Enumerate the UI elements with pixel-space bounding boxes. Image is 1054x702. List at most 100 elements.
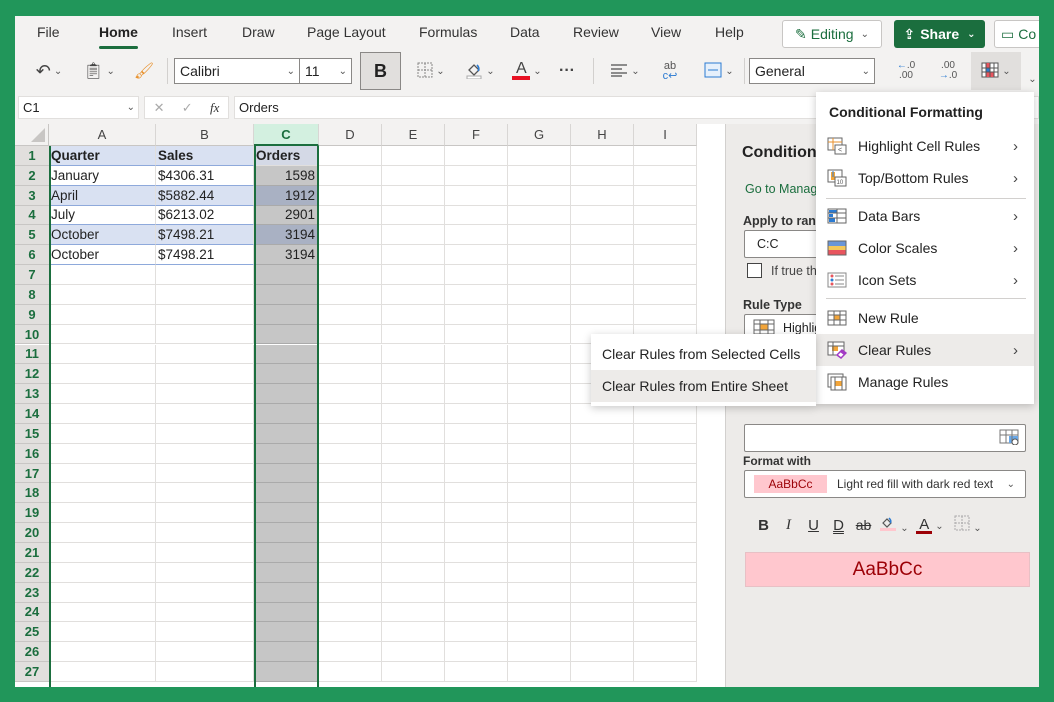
cell-i25[interactable] [634, 622, 697, 643]
cell-i23[interactable] [634, 582, 697, 603]
cell-e5[interactable] [382, 225, 445, 246]
cell-f8[interactable] [445, 284, 508, 305]
cell-b8[interactable] [156, 284, 254, 305]
decrease-decimal-button[interactable]: .00 →.0 [931, 52, 965, 90]
font-size-select[interactable]: 11 ⌄ [300, 58, 352, 84]
cell-d4[interactable] [319, 205, 382, 226]
cell-e11[interactable] [382, 344, 445, 365]
cell-f1[interactable] [445, 146, 508, 166]
cell-b10[interactable] [156, 324, 254, 345]
cell-g3[interactable] [508, 185, 571, 206]
format-painter-button[interactable]: 🖌︎ [129, 52, 159, 90]
cell-f15[interactable] [445, 423, 508, 444]
cell-i4[interactable] [634, 205, 697, 226]
row-header-7[interactable]: 7 [15, 265, 49, 285]
row-header-14[interactable]: 14 [15, 404, 49, 424]
cell-g25[interactable] [508, 622, 571, 643]
cell-f12[interactable] [445, 364, 508, 385]
cell-g18[interactable] [508, 483, 571, 504]
share-button[interactable]: ⇪ Share ⌄ [894, 20, 985, 48]
cell-d19[interactable] [319, 503, 382, 524]
cell-i9[interactable] [634, 304, 697, 325]
cell-f4[interactable] [445, 205, 508, 226]
cell-f11[interactable] [445, 344, 508, 365]
cell-g1[interactable] [508, 146, 571, 166]
select-range-icon[interactable] [999, 429, 1019, 448]
menu-item-icon-sets[interactable]: Icon Sets › [816, 264, 1034, 296]
check-icon[interactable]: ✓ [182, 100, 193, 116]
strikethrough-button[interactable]: ab [851, 517, 876, 533]
cell-i26[interactable] [634, 642, 697, 663]
cell-d24[interactable] [319, 602, 382, 623]
cancel-icon[interactable]: ✕ [154, 100, 165, 116]
row-header-21[interactable]: 21 [15, 543, 49, 563]
cell-d8[interactable] [319, 284, 382, 305]
cell-f17[interactable] [445, 463, 508, 484]
row-header-24[interactable]: 24 [15, 602, 49, 623]
cell-d7[interactable] [319, 265, 382, 285]
column-header-d[interactable]: D [319, 124, 382, 146]
insert-function-icon[interactable]: fx [210, 100, 219, 116]
cell-e10[interactable] [382, 324, 445, 345]
cell-h20[interactable] [571, 523, 634, 543]
cell-i2[interactable] [634, 165, 697, 186]
column-header-i[interactable]: I [634, 124, 697, 146]
bold-button[interactable]: B [751, 517, 776, 534]
row-header-17[interactable]: 17 [15, 463, 49, 484]
cell-c12[interactable] [254, 364, 319, 385]
menu-item-new-rule[interactable]: New Rule [816, 302, 1034, 334]
row-header-16[interactable]: 16 [15, 443, 49, 464]
cell-d14[interactable] [319, 404, 382, 424]
cell-h18[interactable] [571, 483, 634, 504]
cell-e1[interactable] [382, 146, 445, 166]
cell-e8[interactable] [382, 284, 445, 305]
cell-h27[interactable] [571, 662, 634, 682]
cell-g14[interactable] [508, 404, 571, 424]
cell-d25[interactable] [319, 622, 382, 643]
cell-i6[interactable] [634, 245, 697, 266]
cell-f14[interactable] [445, 404, 508, 424]
cell-c11[interactable] [254, 344, 319, 365]
comments-button[interactable]: ▭ Co [994, 20, 1039, 48]
cell-c21[interactable] [254, 543, 319, 563]
cell-b23[interactable] [156, 582, 254, 603]
cell-a12[interactable] [49, 364, 156, 385]
row-header-15[interactable]: 15 [15, 423, 49, 444]
column-header-h[interactable]: H [571, 124, 634, 146]
cell-b19[interactable] [156, 503, 254, 524]
cell-d12[interactable] [319, 364, 382, 385]
cell-h21[interactable] [571, 543, 634, 563]
tab-page-layout[interactable]: Page Layout [307, 24, 386, 40]
cell-f22[interactable] [445, 562, 508, 583]
rule-value-input[interactable] [744, 424, 1026, 452]
cell-a13[interactable] [49, 384, 156, 405]
cell-b13[interactable] [156, 384, 254, 405]
cell-h19[interactable] [571, 503, 634, 524]
tab-data[interactable]: Data [510, 24, 540, 40]
cell-g21[interactable] [508, 543, 571, 563]
row-header-20[interactable]: 20 [15, 523, 49, 543]
row-header-22[interactable]: 22 [15, 562, 49, 583]
row-header-5[interactable]: 5 [15, 225, 49, 246]
cell-c9[interactable] [254, 304, 319, 325]
cell-g17[interactable] [508, 463, 571, 484]
cell-i22[interactable] [634, 562, 697, 583]
cell-h24[interactable] [571, 602, 634, 623]
number-format-select[interactable]: General ⌄ [749, 58, 875, 84]
cell-c13[interactable] [254, 384, 319, 405]
cell-f3[interactable] [445, 185, 508, 206]
cell-f19[interactable] [445, 503, 508, 524]
cell-a5[interactable]: October [49, 225, 156, 246]
cell-e22[interactable] [382, 562, 445, 583]
cell-e12[interactable] [382, 364, 445, 385]
cell-b4[interactable]: $6213.02 [156, 205, 254, 226]
row-header-1[interactable]: 1 [15, 146, 49, 166]
cell-g24[interactable] [508, 602, 571, 623]
wrap-text-button[interactable]: ab c↩ [655, 52, 685, 90]
cell-d1[interactable] [319, 146, 382, 166]
cell-h17[interactable] [571, 463, 634, 484]
cell-d26[interactable] [319, 642, 382, 663]
cell-d27[interactable] [319, 662, 382, 682]
cell-b15[interactable] [156, 423, 254, 444]
column-header-e[interactable]: E [382, 124, 445, 146]
